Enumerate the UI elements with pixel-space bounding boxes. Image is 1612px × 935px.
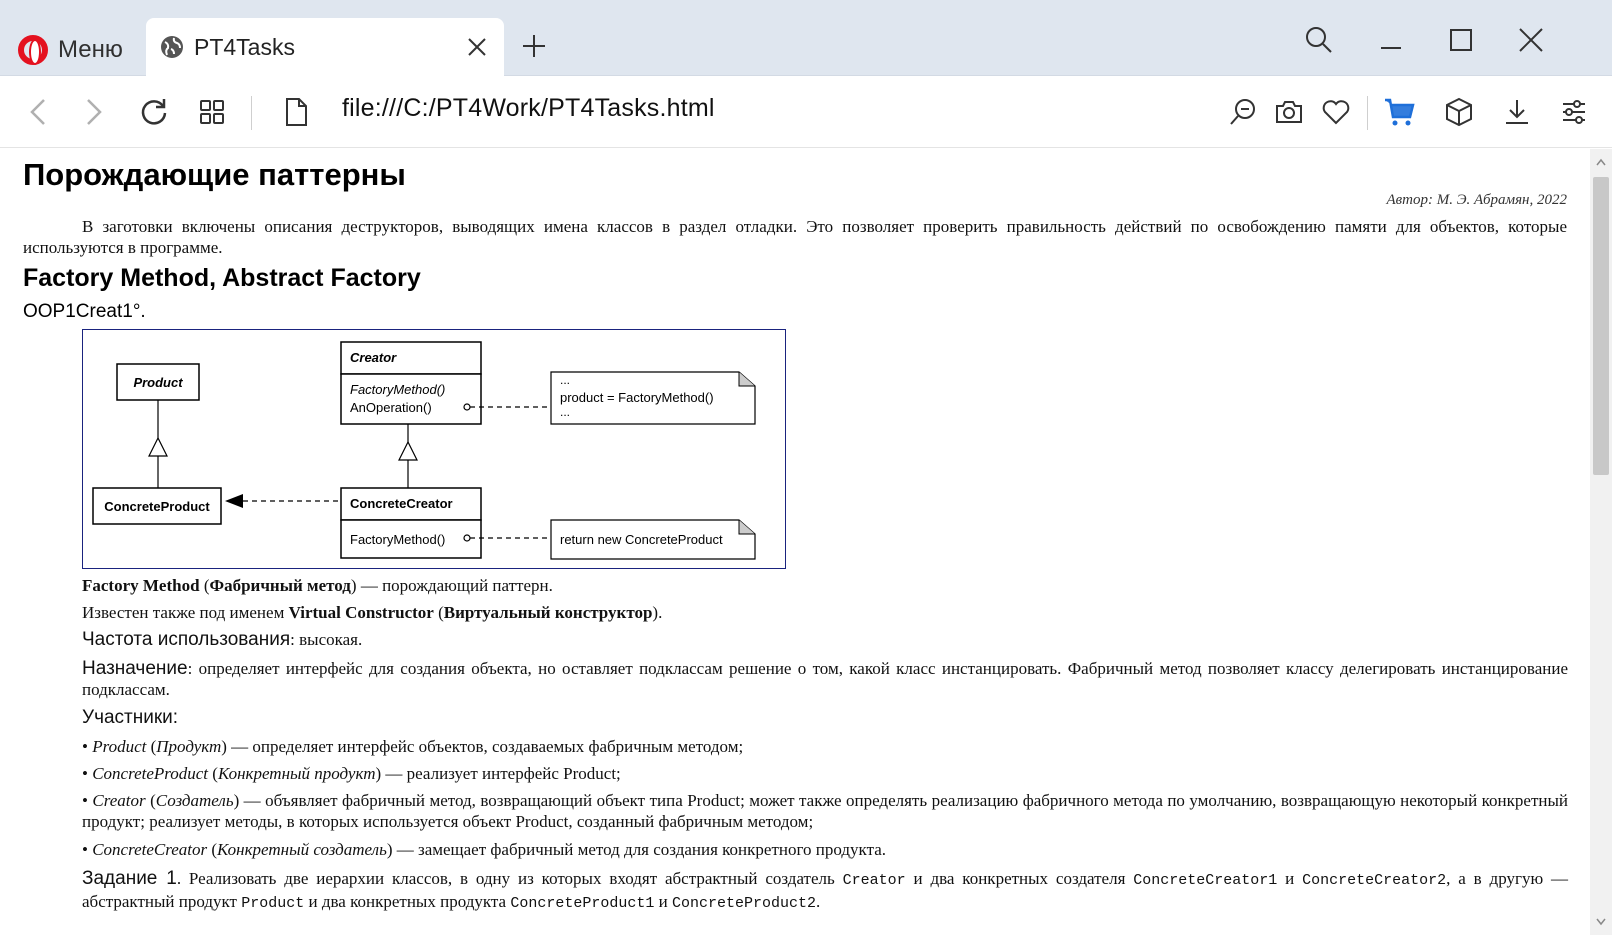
opera-logo-icon [18,35,48,65]
search-icon[interactable] [1297,18,1341,62]
usage-frequency: Частота использования: высокая. [82,629,363,650]
reload-icon[interactable] [134,92,174,132]
separator [251,96,252,130]
intro-paragraph: В заготовки включены описания деструктор… [23,217,1567,257]
cart-icon[interactable] [1380,92,1420,132]
creator-method-factory: FactoryMethod() [350,382,445,397]
section-title: Factory Method, Abstract Factory [23,264,421,292]
creator-method-operation: AnOperation() [350,400,432,415]
camera-icon[interactable] [1269,92,1309,132]
separator [1367,96,1368,130]
cube-icon[interactable] [1439,92,1479,132]
list-item: • Creator (Создатель) — объявляет фабрич… [82,791,1569,831]
tabs-grid-icon[interactable] [192,92,232,132]
purpose: Назначение: определяет интерфейс для соз… [82,658,1568,699]
url-field[interactable]: file:///C:/PT4Work/PT4Tasks.html [342,94,715,123]
pattern-description: Factory Method (Фабричный метод) — порож… [82,576,553,595]
minimize-icon[interactable] [1369,18,1413,62]
svg-text:...: ... [560,373,570,387]
list-item: • ConcreteProduct (Конкретный продукт) —… [82,764,621,783]
maximize-icon[interactable] [1439,18,1483,62]
settings-icon[interactable] [1554,92,1594,132]
page-content: Порождающие паттерны Автор: М. Э. Абрамя… [0,149,1590,935]
tab-strip: Меню PT4Tasks [0,0,1612,76]
list-item: • Product (Продукт) — определяет интерфе… [82,737,744,756]
task-name: OOP1Creat1°. [23,301,146,322]
plus-icon[interactable] [516,28,552,64]
heart-icon[interactable] [1316,92,1356,132]
uml-diagram: Product ConcreteProduct Creator FactoryM… [82,329,786,569]
concrete-product-label: ConcreteProduct [104,499,210,514]
tab-pt4tasks[interactable]: PT4Tasks [146,18,504,76]
concrete-creator-method: FactoryMethod() [350,532,445,547]
participants-label: Участники: [82,707,179,728]
forward-icon[interactable] [74,92,114,132]
globe-icon [158,33,186,61]
opera-menu-button[interactable]: Меню [18,30,123,70]
download-icon[interactable] [1497,92,1537,132]
task-1: Задание 1. Реализовать две иерархии клас… [82,868,1569,912]
back-icon[interactable] [18,92,58,132]
concrete-creator-label: ConcreteCreator [350,496,453,511]
pattern-alias: Известен также под именем Virtual Constr… [82,603,663,622]
page-title: Порождающие паттерны [23,157,406,192]
scroll-down-icon[interactable] [1590,911,1612,933]
close-window-icon[interactable] [1509,18,1553,62]
vertical-scrollbar[interactable] [1590,149,1612,935]
product-label: Product [133,375,183,390]
close-icon[interactable] [460,30,494,64]
note-2-text: return new ConcreteProduct [560,532,723,547]
page-icon[interactable] [276,92,316,132]
scroll-thumb[interactable] [1593,177,1609,475]
list-item: • ConcreteCreator (Конкретный создатель)… [82,840,887,859]
author-line: Автор: М. Э. Абрамян, 2022 [1386,192,1567,208]
address-bar: file:///C:/PT4Work/PT4Tasks.html [0,76,1612,148]
creator-label: Creator [350,350,397,365]
tab-title: PT4Tasks [194,33,295,60]
menu-label: Меню [58,36,123,63]
zoom-out-icon[interactable] [1223,92,1263,132]
scroll-up-icon[interactable] [1590,151,1612,173]
svg-text:...: ... [560,405,570,419]
note-1-text: product = FactoryMethod() [560,390,714,405]
